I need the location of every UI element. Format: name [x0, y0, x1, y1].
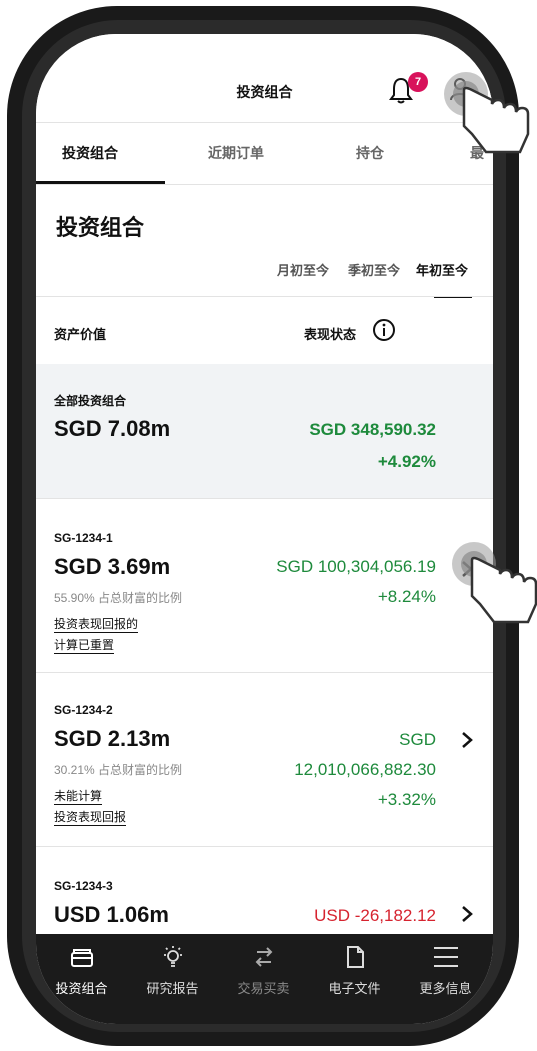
nav-label: 研究报告: [146, 981, 199, 996]
account-amount: SGD 2.13m: [54, 726, 171, 751]
tab-portfolio[interactable]: 投资组合: [62, 123, 118, 183]
total-gain: SGD 348,590.32: [309, 420, 436, 439]
account-gain: USD -26,182.12: [314, 906, 436, 925]
performance-note-link[interactable]: 投资表现回报的: [54, 616, 139, 633]
account-gain: SGD 100,304,056.19: [276, 557, 436, 576]
account-id: SG-1234-3: [54, 879, 113, 893]
period-ytd[interactable]: 年初至今: [416, 260, 468, 279]
nav-label: 更多信息: [419, 981, 472, 996]
info-icon[interactable]: [372, 318, 396, 342]
total-gain-pct: +4.92%: [377, 452, 436, 471]
chevron-right-icon[interactable]: [460, 731, 474, 749]
nav-more[interactable]: 更多信息: [400, 934, 491, 1014]
total-portfolio-card: 全部投资组合 SGD 7.08m SGD 348,590.32 +4.92%: [36, 364, 493, 498]
divider: [36, 498, 493, 499]
app-header: 投资组合 7: [36, 34, 493, 122]
tab-recent-orders[interactable]: 近期订单: [208, 123, 264, 183]
account-gain-pct: +8.24%: [377, 587, 436, 606]
section-title: 投资组合: [56, 215, 145, 240]
nav-label: 电子文件: [328, 981, 381, 996]
performance-header: 表现状态: [304, 327, 357, 342]
divider: [36, 846, 493, 847]
performance-note-link[interactable]: 未能计算: [54, 788, 103, 805]
chevron-right-icon[interactable]: [460, 905, 474, 923]
lightbulb-icon: [164, 946, 182, 967]
total-label: 全部投资组合: [54, 394, 127, 408]
tab-holdings[interactable]: 持仓: [356, 123, 384, 183]
nav-research[interactable]: 研究报告: [127, 934, 218, 1014]
bottom-nav: 投资组合 研究报告 交易买卖 电子文件 更多信息: [36, 934, 493, 1024]
account-amount: USD 1.06m: [54, 902, 169, 927]
tab-divider: [36, 184, 493, 185]
nav-label: 交易买卖: [237, 981, 290, 996]
performance-note-link[interactable]: 计算已重置: [54, 637, 115, 654]
total-amount: SGD 7.08m: [54, 416, 171, 441]
nav-documents[interactable]: 电子文件: [309, 934, 400, 1014]
divider: [36, 296, 493, 297]
asset-value-header: 资产价值: [54, 327, 107, 342]
account-gain: 12,010,066,882.30: [294, 760, 436, 779]
nav-trade[interactable]: 交易买卖: [218, 934, 309, 1014]
account-gain-pct: +3.32%: [377, 790, 436, 809]
performance-note-link[interactable]: 投资表现回报: [54, 809, 127, 826]
document-icon: [347, 946, 364, 968]
notification-badge: 7: [408, 72, 428, 92]
chevron-right-icon[interactable]: [460, 560, 474, 578]
divider: [36, 672, 493, 673]
transfer-arrows-icon: [255, 947, 273, 967]
tab-bar: 投资组合 近期订单 持仓 最: [36, 122, 493, 185]
app-screen: 投资组合 7 投资组合 近期订单 持仓 最 投资组合 月初至今 季初至今 年初至…: [36, 34, 493, 1024]
wealth-share: 30.21% 占总财富的比例: [54, 763, 183, 777]
wallet-icon: [71, 949, 93, 967]
user-icon[interactable]: [448, 76, 472, 102]
period-mtd[interactable]: 月初至今: [277, 260, 329, 279]
account-gain: SGD: [399, 730, 436, 749]
nav-portfolio[interactable]: 投资组合: [36, 934, 127, 1014]
nav-label: 投资组合: [55, 981, 108, 996]
account-id: SG-1234-2: [54, 703, 113, 717]
account-amount: SGD 3.69m: [54, 554, 171, 579]
menu-icon: [434, 947, 458, 967]
period-qtd[interactable]: 季初至今: [348, 260, 400, 279]
account-id: SG-1234-1: [54, 531, 113, 545]
wealth-share: 55.90% 占总财富的比例: [54, 591, 183, 605]
tab-more[interactable]: 最: [470, 123, 484, 183]
